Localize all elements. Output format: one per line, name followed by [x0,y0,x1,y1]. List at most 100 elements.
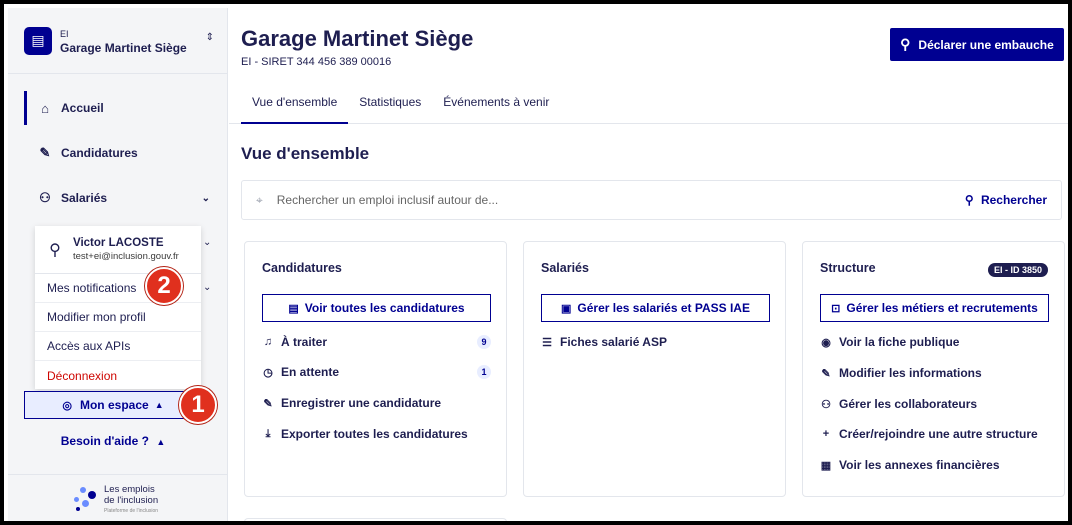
view-all-applications-button[interactable]: ▤ Voir toutes les candidatures [262,294,491,322]
organization-icon: ▤ [24,26,52,55]
bell-icon: ♫ [263,336,273,348]
link-label: Voir les annexes financières [839,458,1000,472]
sidebar-item-label: Salariés [61,191,108,205]
organization-type: EI [60,28,69,39]
page-header: Garage Martinet Siège EI - SIRET 344 456… [229,8,1068,124]
tab-overview[interactable]: Vue d'ensemble [241,90,349,124]
link-pending[interactable]: ◷ En attente 1 [262,365,491,379]
job-search-bar: ⌖ ⚲ Rechercher [241,180,1062,220]
user-dropdown-menu: ⚲ Victor LACOSTE test+ei@inclusion.gouv.… [35,226,201,389]
structure-card: Structure EI - ID 3850 ⊡ Gérer les métie… [802,241,1065,497]
link-create-join-structure[interactable]: + Créer/rejoindre une autre structure [820,427,1049,441]
menu-item-api-access[interactable]: Accès aux APIs [35,332,201,361]
id-card-icon: ▣ [561,302,572,315]
chevron-down-icon: ⌄ [203,237,212,248]
menu-item-edit-profile[interactable]: Modifier mon profil [35,303,201,332]
briefcase-icon: ⊡ [831,302,841,315]
manage-jobs-button[interactable]: ⊡ Gérer les métiers et recrutements [820,294,1049,322]
card-title: Candidatures [262,261,342,275]
link-register-application[interactable]: ✎ Enregistrer une candidature [262,396,491,410]
sidebar-item-applications[interactable]: ✎ Candidatures [24,136,220,170]
link-label: Enregistrer une candidature [281,396,442,410]
sidebar-item-employees[interactable]: ⚇ Salariés ⌄ [24,181,220,215]
home-icon: ⌂ [41,100,49,116]
button-label: Gérer les salariés et PASS IAE [577,301,750,315]
location-pin-icon: ⌖ [256,192,263,207]
edit-document-icon: ✎ [39,145,51,160]
link-label: Modifier les informations [839,366,982,380]
team-icon: ⚇ [39,190,51,205]
my-space-button[interactable]: ◎ Mon espace ▲ [24,391,202,419]
declare-hire-button[interactable]: ⚲ Déclarer une embauche [890,28,1064,61]
help-label: Besoin d'aide ? [60,434,149,448]
sidebar-item-label: Accueil [61,101,104,115]
user-add-icon: ⚲ [900,36,911,52]
document-icon: ▤ [288,302,299,315]
search-button-label: Rechercher [980,193,1047,207]
organization-text: EI Garage Martinet Siège [60,27,187,55]
my-space-label: Mon espace [79,398,149,412]
brand-line-2: de l'inclusion [104,494,159,506]
plus-icon: + [822,428,830,440]
user-email: test+ei@inclusion.gouv.fr [73,250,179,262]
table-icon: ▦ [820,459,832,472]
main-content: Garage Martinet Siège EI - SIRET 344 456… [229,8,1068,521]
count-badge: 9 [477,335,491,349]
pencil-icon: ✎ [821,367,831,380]
button-label: Voir toutes les candidatures [304,301,465,315]
applications-card: Candidatures ▤ Voir toutes les candidatu… [244,241,507,497]
tab-statistics[interactable]: Statistiques [348,90,432,124]
link-manage-collaborators[interactable]: ⚇ Gérer les collaborateurs [820,397,1049,411]
link-label: Fiches salarié ASP [560,335,667,349]
organization-name: Garage Martinet Siège [60,40,187,55]
user-name: Victor LACOSTE [73,236,164,249]
brand-tagline: Plateforme de l'inclusion [104,507,159,514]
search-icon: ⚲ [964,193,974,207]
chevron-up-icon: ▲ [154,400,164,410]
brand-logo-icon [74,487,98,513]
link-label: Exporter toutes les candidatures [281,427,468,441]
button-label: Gérer les métiers et recrutements [846,301,1038,315]
tab-upcoming-events[interactable]: Événements à venir [432,90,560,124]
sidebar: ▤ EI Garage Martinet Siège ⇕ ⌂ Accueil ✎… [8,8,228,521]
organization-switcher[interactable]: ▤ EI Garage Martinet Siège ⇕ [8,8,228,74]
manage-employees-button[interactable]: ▣ Gérer les salariés et PASS IAE [541,294,770,322]
menu-item-logout[interactable]: Déconnexion [35,361,201,390]
link-label: Gérer les collaborateurs [839,397,978,411]
user-profile-header: ⚲ Victor LACOSTE test+ei@inclusion.gouv.… [35,226,201,274]
tab-bar: Vue d'ensemble Statistiques Événements à… [241,90,560,124]
team-icon: ⚇ [821,398,831,411]
link-public-profile[interactable]: ◉ Voir la fiche publique [820,335,1049,349]
structure-id-badge: EI - ID 3850 [987,263,1048,277]
annotation-marker-1: 1 [179,386,217,424]
page-title: Garage Martinet Siège [241,26,474,51]
page-subtitle: EI - SIRET 344 456 389 00016 [241,56,392,68]
annotation-marker-2: 2 [145,267,183,305]
user-info: Victor LACOSTE test+ei@inclusion.gouv.fr [73,237,179,263]
brand-line-1: Les emplois [104,483,155,495]
chevron-up-icon: ▲ [156,437,166,447]
job-search-input[interactable] [276,193,917,207]
user-circle-icon: ◎ [62,399,72,412]
next-card-edge [244,518,507,521]
link-label: En attente [281,365,340,379]
link-edit-information[interactable]: ✎ Modifier les informations [820,366,1049,380]
link-to-process[interactable]: ♫ À traiter 9 [262,335,491,349]
count-badge: 1 [477,365,491,379]
link-asp-employee-sheets[interactable]: ☰ Fiches salarié ASP [541,335,770,349]
screenshot-frame: ▤ EI Garage Martinet Siège ⇕ ⌂ Accueil ✎… [0,0,1072,525]
edit-document-icon: ✎ [263,397,273,410]
sidebar-item-home[interactable]: ⌂ Accueil [24,91,220,125]
search-button[interactable]: ⚲ Rechercher [965,193,1047,207]
chevron-down-icon: ⌄ [203,282,212,293]
chevron-up-down-icon: ⇕ [205,32,214,43]
link-financial-annexes[interactable]: ▦ Voir les annexes financières [820,458,1049,472]
card-title: Structure [820,261,876,275]
sidebar-item-label: Candidatures [61,146,138,160]
clock-icon: ◷ [263,366,273,379]
help-button[interactable]: Besoin d'aide ? ▲ [8,434,218,448]
user-icon: ⚲ [49,241,61,259]
link-label: À traiter [281,335,328,349]
section-title: Vue d'ensemble [241,144,370,163]
link-export-applications[interactable]: ⤓ Exporter toutes les candidatures [262,427,491,441]
